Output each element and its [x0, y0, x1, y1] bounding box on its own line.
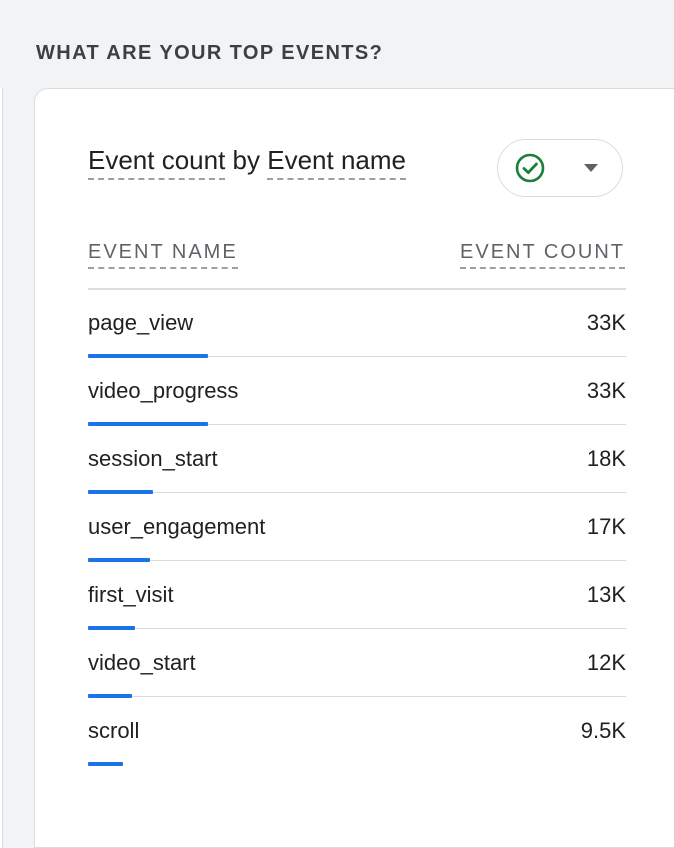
event-count-cell: 13K [586, 582, 626, 607]
event-name-cell: video_start [88, 650, 196, 675]
event-name-cell: first_visit [88, 582, 174, 607]
section-title: WHAT ARE YOUR TOP EVENTS? [36, 42, 384, 64]
event-count-cell: 9.5K [580, 718, 626, 743]
table-row[interactable]: page_view 33K [88, 289, 626, 358]
top-events-card: Event count by Event name EVENT NAME EVE… [34, 88, 674, 848]
table-row[interactable]: first_visit 13K [88, 561, 626, 630]
column-header-event-name[interactable]: EVENT NAME [88, 241, 238, 269]
by-label: by [232, 145, 261, 175]
event-name-cell: scroll [88, 718, 140, 743]
adjacent-card-edge [0, 88, 3, 848]
check-circle-icon [515, 153, 545, 183]
card-title: Event count by Event name [88, 145, 406, 180]
table-row[interactable]: session_start 18K [88, 425, 626, 494]
metric-selector[interactable]: Event count [88, 145, 226, 180]
table-row[interactable]: video_start 12K [88, 629, 626, 698]
event-name-cell: page_view [88, 310, 194, 335]
dimension-selector[interactable]: Event name [267, 145, 406, 180]
event-count-cell: 33K [586, 378, 626, 403]
table-row[interactable]: video_progress 33K [88, 357, 626, 426]
event-name-cell: session_start [88, 446, 218, 471]
event-count-cell: 12K [586, 650, 626, 675]
event-count-cell: 33K [586, 310, 626, 335]
event-share-bar [88, 762, 123, 766]
comparison-menu-button[interactable] [497, 139, 623, 197]
event-name-cell: video_progress [88, 378, 239, 403]
table-row[interactable]: scroll 9.5K [88, 697, 626, 766]
event-count-cell: 17K [586, 514, 626, 539]
caret-down-icon [584, 164, 598, 172]
column-header-event-count[interactable]: EVENT COUNT [460, 241, 625, 269]
table-row[interactable]: user_engagement 17K [88, 493, 626, 562]
event-count-cell: 18K [586, 446, 626, 471]
event-name-cell: user_engagement [88, 514, 266, 539]
